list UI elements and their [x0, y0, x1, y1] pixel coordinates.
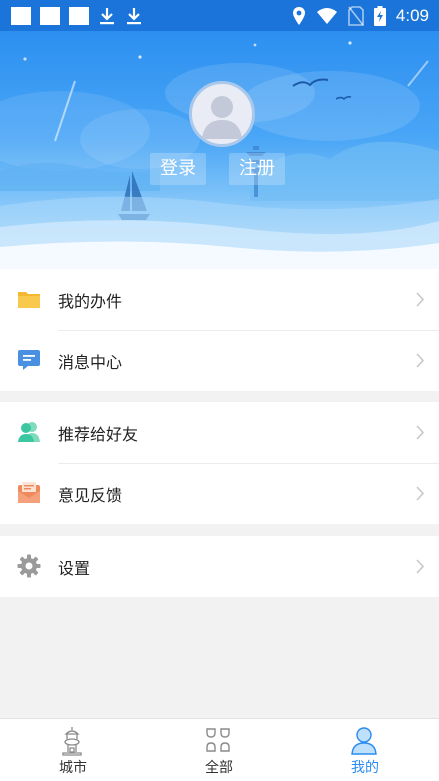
bottom-tab-bar: 城市 全部 我的	[0, 718, 439, 781]
menu-item-recommend-friends[interactable]: 推荐给好友	[0, 402, 439, 463]
tab-label: 城市	[59, 760, 87, 776]
profile-icon	[351, 727, 377, 755]
users-icon	[18, 422, 40, 442]
menu-group-2: 推荐给好友 意见反馈	[0, 402, 439, 524]
no-sim-icon	[348, 5, 364, 26]
menu-item-feedback[interactable]: 意见反馈	[0, 463, 439, 524]
chevron-right-icon	[416, 486, 425, 501]
menu-item-label: 意见反馈	[58, 485, 123, 505]
menu-item-label: 消息中心	[58, 352, 123, 372]
chevron-right-icon	[416, 353, 425, 368]
battery-charging-icon	[373, 5, 386, 26]
tab-mine[interactable]: 我的	[292, 719, 438, 781]
menu-group-1: 我的办件 消息中心	[0, 269, 439, 391]
login-button[interactable]: 登录	[150, 153, 206, 185]
grid-all-icon	[206, 728, 230, 752]
notification-square-icon	[40, 6, 60, 25]
message-icon	[18, 350, 40, 370]
chevron-right-icon	[416, 425, 425, 440]
city-landmark-icon	[62, 727, 82, 756]
header-illustration	[0, 41, 439, 271]
folder-icon	[18, 292, 40, 308]
notification-square-icon	[69, 6, 89, 25]
clock-time: 4:09	[395, 5, 429, 25]
menu-item-settings[interactable]: 设置	[0, 536, 439, 597]
profile-header: 登录 注册	[0, 31, 439, 271]
menu-item-message-center[interactable]: 消息中心	[0, 330, 439, 391]
chevron-right-icon	[416, 559, 425, 574]
register-button[interactable]: 注册	[229, 153, 285, 185]
chevron-right-icon	[416, 292, 425, 307]
download-icon	[127, 7, 141, 24]
menu-item-label: 我的办件	[58, 291, 123, 311]
location-icon	[292, 6, 305, 25]
menu-item-label: 推荐给好友	[58, 424, 139, 444]
tab-all[interactable]: 全部	[146, 719, 292, 781]
avatar[interactable]	[189, 81, 255, 147]
feedback-mail-icon	[18, 482, 40, 503]
wifi-icon	[316, 7, 337, 24]
gear-icon	[17, 554, 41, 578]
default-user-avatar-icon	[202, 96, 242, 139]
menu-group-3: 设置	[0, 536, 439, 597]
menu-item-label: 设置	[58, 558, 91, 578]
tab-label: 全部	[205, 760, 233, 776]
tab-city[interactable]: 城市	[0, 719, 146, 781]
status-bar: 4:09	[0, 0, 439, 31]
notification-square-icon	[11, 6, 31, 25]
menu-item-my-cases[interactable]: 我的办件	[0, 269, 439, 330]
download-icon	[100, 7, 114, 24]
tab-label: 我的	[351, 760, 379, 776]
